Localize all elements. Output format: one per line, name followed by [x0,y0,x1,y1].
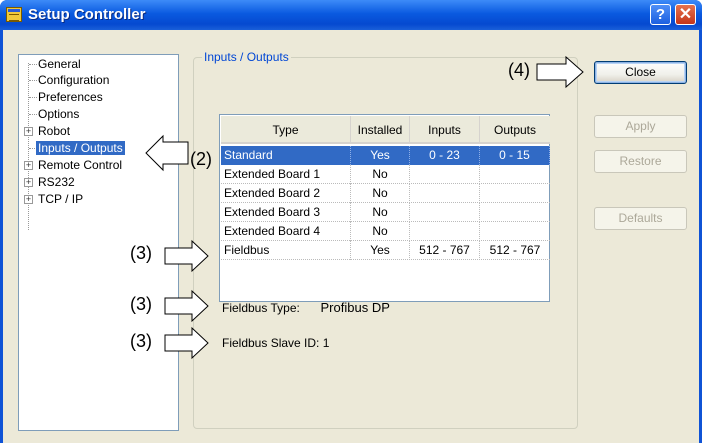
callout-arrows [145,55,584,360]
arrow-right-icon [164,289,209,323]
arrow-left-icon [145,134,189,172]
arrow-right-icon [164,239,209,273]
setup-controller-window: Setup Controller ? ✕ General Configurati… [0,0,702,443]
arrow-right-icon [536,55,584,89]
arrow-right-icon [164,326,209,360]
